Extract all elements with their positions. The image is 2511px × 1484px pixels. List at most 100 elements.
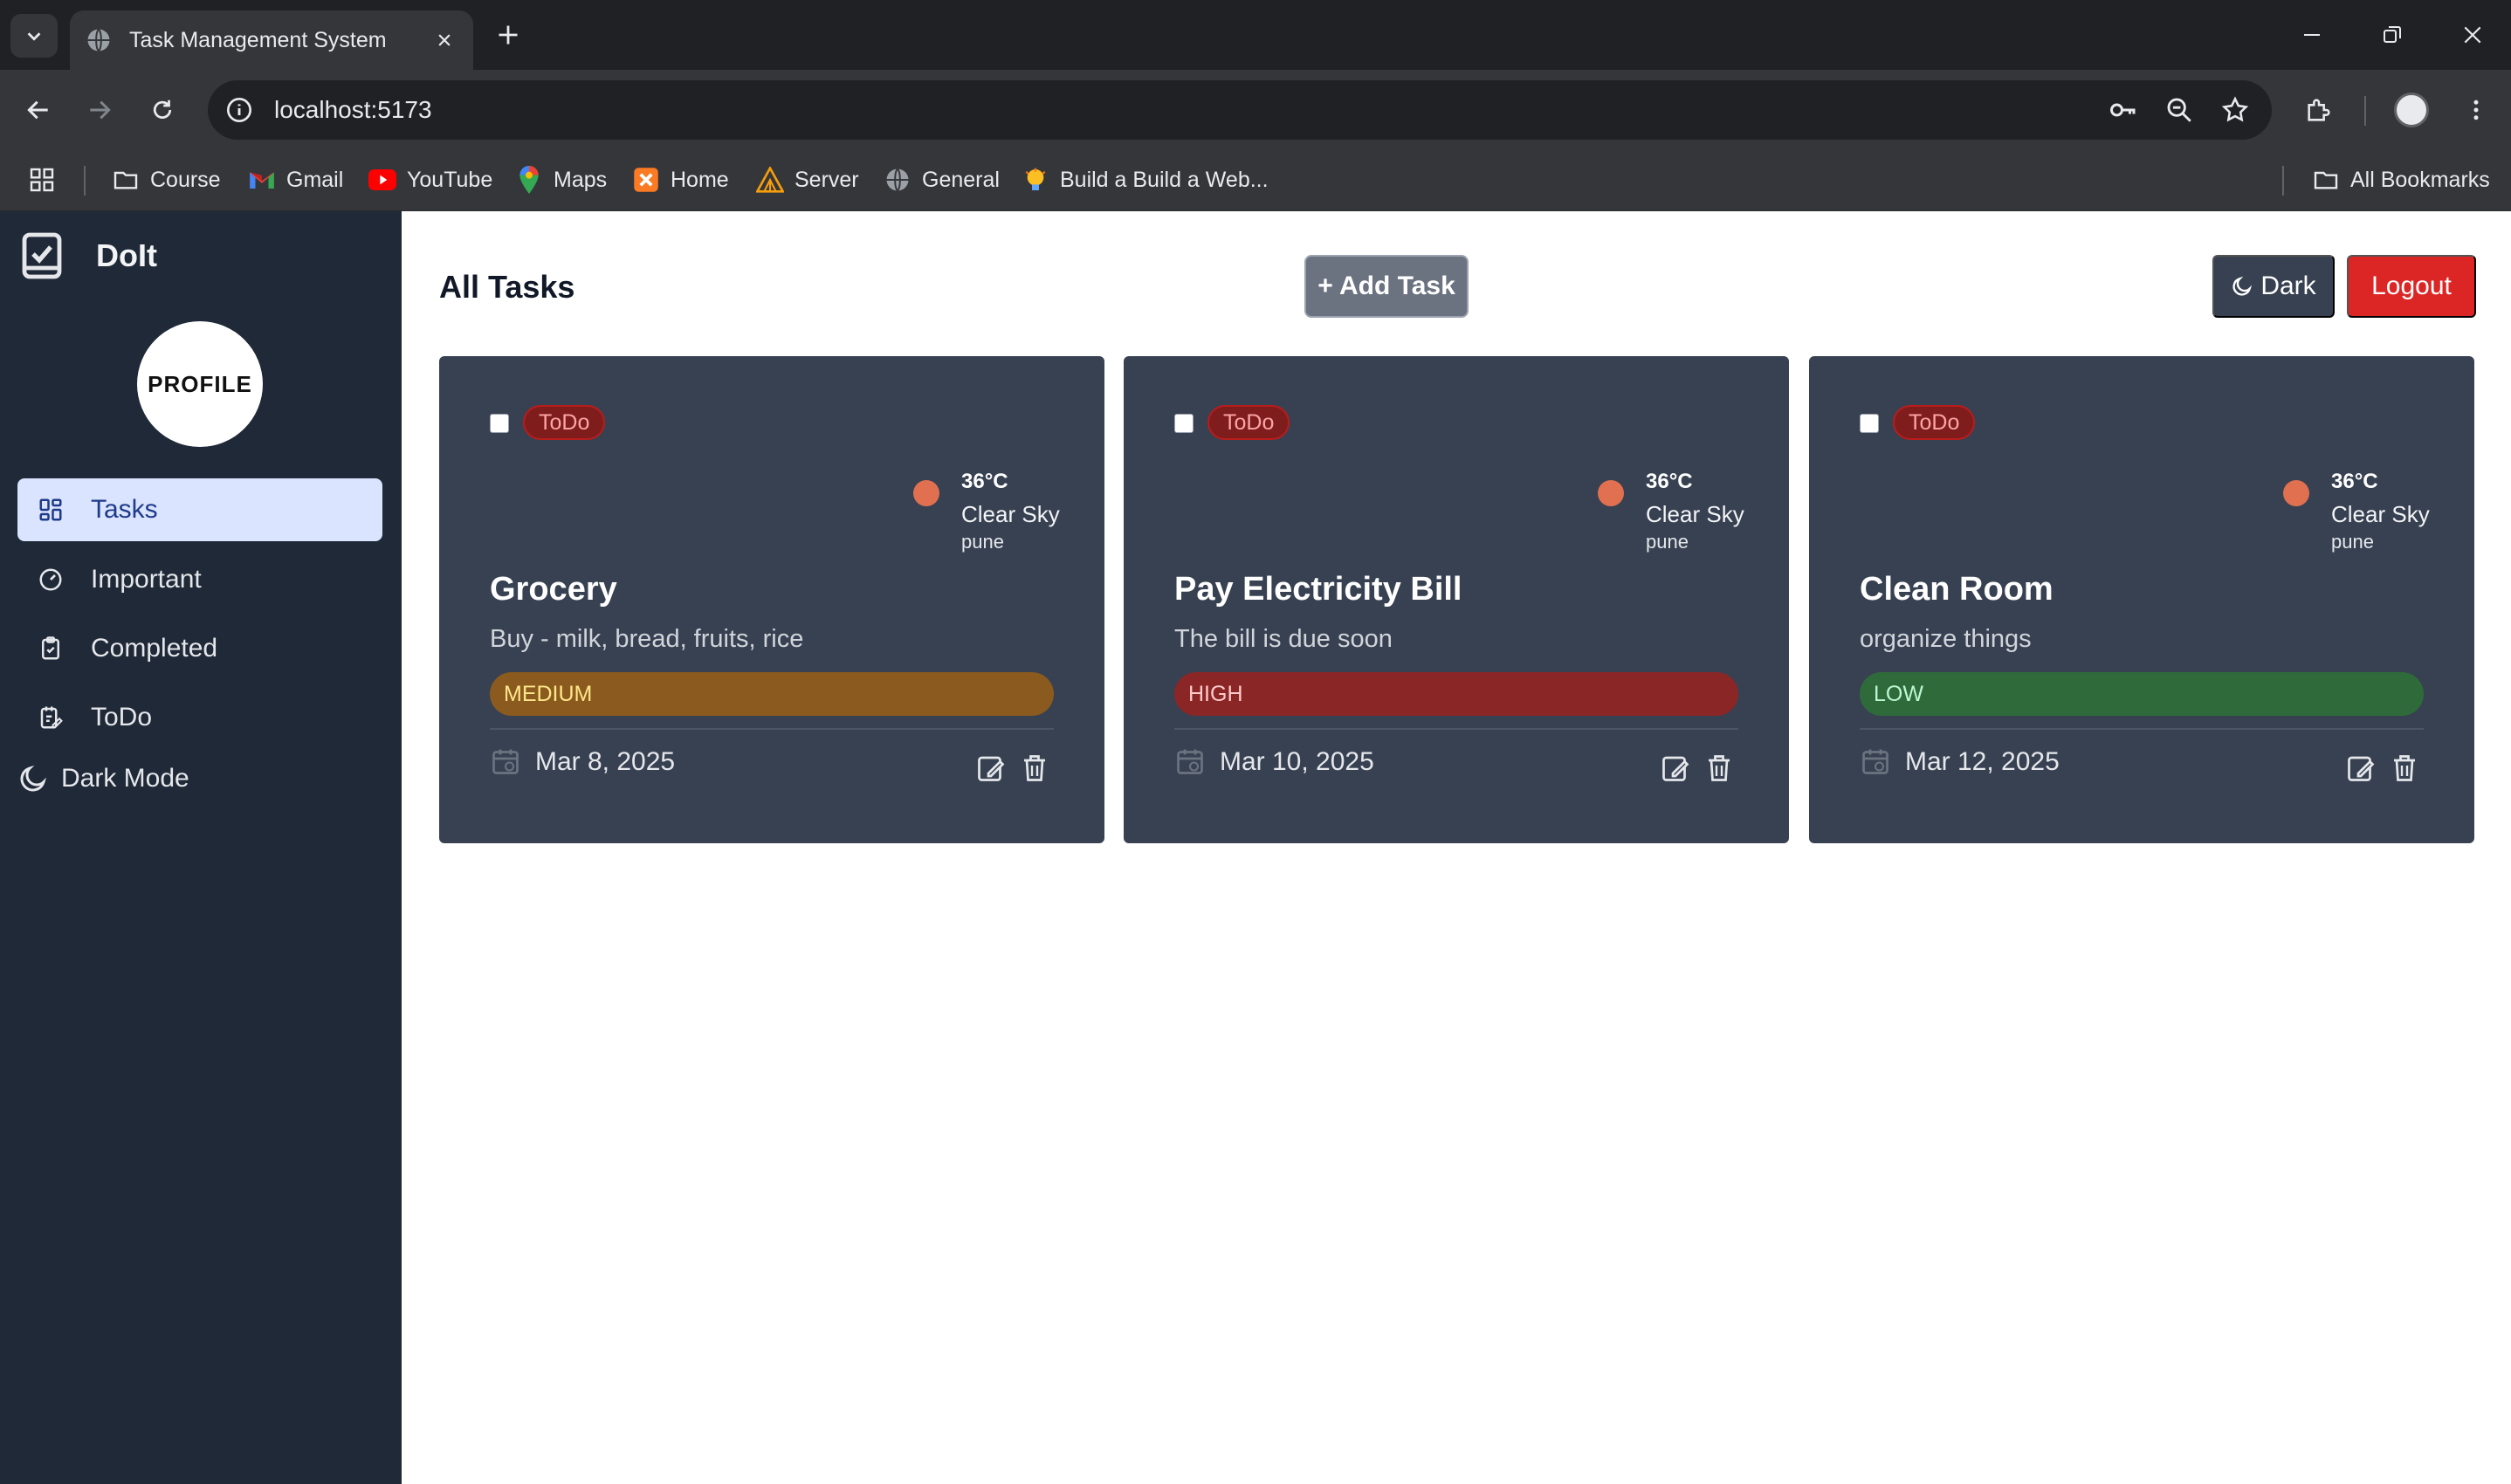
task-complete-checkbox[interactable] — [490, 414, 509, 433]
url-text: localhost:5173 — [274, 96, 432, 123]
restore-icon — [2384, 26, 2401, 43]
weather-indicator — [2283, 480, 2309, 506]
bookmark-label: Home — [671, 167, 729, 192]
forward-button[interactable] — [79, 89, 120, 131]
edit-icon[interactable] — [1660, 752, 1691, 784]
password-key-icon[interactable] — [2104, 91, 2143, 129]
browser-tab-active[interactable]: Task Management System — [70, 10, 473, 70]
task-complete-checkbox[interactable] — [1860, 414, 1879, 433]
weather-temp: 36°C — [1646, 470, 1693, 493]
bookmarks-bar: Course Gmail YouTube Maps Home Server Ge… — [0, 150, 2511, 211]
bookmark-general[interactable]: General — [884, 162, 1000, 197]
reload-button[interactable] — [141, 89, 183, 131]
sidebar-item-tasks[interactable]: Tasks — [17, 478, 382, 541]
bulb-icon — [1022, 166, 1049, 194]
plus-icon — [499, 25, 518, 45]
arrow-right-icon — [90, 100, 111, 120]
weather-desc: Clear Sky — [961, 501, 1060, 527]
bookmark-home[interactable]: Home — [632, 162, 729, 197]
puzzle-icon — [2308, 99, 2330, 121]
weather-city: pune — [2331, 531, 2374, 553]
task-date: Mar 8, 2025 — [535, 747, 676, 776]
sidebar-item-important[interactable]: Important — [17, 548, 382, 611]
back-button[interactable] — [17, 89, 59, 131]
priority-badge: MEDIUM — [490, 672, 1054, 716]
brand[interactable]: DoIt — [21, 230, 157, 281]
trash-icon[interactable] — [2389, 752, 2420, 784]
all-bookmarks-button[interactable]: All Bookmarks — [2312, 162, 2490, 197]
minimize-button[interactable] — [2286, 12, 2338, 58]
calendar-icon — [1177, 749, 1203, 774]
notepad-edit-icon — [37, 704, 65, 732]
bookmark-youtube[interactable]: YouTube — [368, 162, 492, 197]
new-tab-button[interactable] — [491, 17, 526, 52]
status-badge: ToDo — [1893, 405, 1976, 440]
gauge-icon — [37, 566, 65, 594]
trash-icon[interactable] — [1019, 752, 1050, 784]
restore-button[interactable] — [2366, 12, 2418, 58]
sidebar-item-label: ToDo — [91, 703, 153, 732]
site-info-icon[interactable] — [222, 93, 257, 127]
tab-title: Task Management System — [129, 27, 387, 52]
profile-button[interactable] — [2389, 87, 2434, 133]
task-card: ToDo 36°C Clear Sky pune Grocery Buy - m… — [439, 356, 1104, 843]
brand-name: DoIt — [96, 237, 157, 273]
edit-icon[interactable] — [975, 752, 1007, 784]
bookmark-label: Server — [795, 167, 859, 192]
edit-icon[interactable] — [2345, 752, 2377, 784]
globe-icon — [87, 28, 110, 52]
browser-toolbar: localhost:5173 — [0, 70, 2511, 150]
bookmark-maps[interactable]: Maps — [515, 162, 607, 197]
bookmark-build-web[interactable]: Build a Build a Web... — [1022, 162, 1269, 197]
task-title: Pay Electricity Bill — [1174, 571, 1462, 608]
clipboard-check-icon — [22, 232, 62, 279]
weather-indicator — [1598, 480, 1624, 506]
card-divider — [1174, 728, 1738, 730]
weather-desc: Clear Sky — [1646, 501, 1744, 527]
dark-mode-toggle[interactable]: Dark Mode — [17, 763, 189, 794]
maps-icon — [515, 166, 543, 194]
weather-indicator — [913, 480, 939, 506]
main-content: All Tasks + Add Task Dark Logout ToDo 36… — [402, 211, 2511, 1484]
status-badge: ToDo — [523, 405, 606, 440]
kebab-menu-icon — [2473, 100, 2479, 120]
add-task-button[interactable]: + Add Task — [1304, 255, 1469, 318]
apps-grid-icon — [30, 168, 54, 192]
logout-button[interactable]: Logout — [2347, 255, 2476, 318]
address-bar[interactable]: localhost:5173 — [208, 80, 2272, 140]
bookmark-gmail[interactable]: Gmail — [248, 162, 343, 197]
task-description: Buy - milk, bread, fruits, rice — [490, 625, 804, 653]
task-date: Mar 12, 2025 — [1905, 747, 2060, 776]
bookmarks-divider — [84, 166, 86, 196]
weather-desc: Clear Sky — [2331, 501, 2430, 527]
close-tab-button[interactable] — [431, 27, 457, 53]
moon-icon — [20, 765, 47, 792]
sidebar-item-label: Completed — [91, 634, 218, 663]
bookmark-label: Maps — [554, 167, 608, 192]
extensions-button[interactable] — [2296, 87, 2342, 133]
tab-search-button[interactable] — [10, 14, 58, 58]
bookmark-label: YouTube — [407, 167, 493, 192]
bookmark-server[interactable]: Server — [756, 162, 859, 197]
chevron-down-icon — [27, 32, 41, 41]
sidebar: DoIt PROFILE Tasks Important Completed T… — [0, 211, 402, 1484]
avatar — [2394, 93, 2429, 127]
task-complete-checkbox[interactable] — [1174, 414, 1194, 433]
profile-avatar[interactable]: PROFILE — [137, 321, 263, 447]
page-title: All Tasks — [439, 269, 575, 305]
all-bookmarks-label: All Bookmarks — [2350, 167, 2490, 192]
close-window-button[interactable] — [2446, 12, 2499, 58]
sidebar-item-completed[interactable]: Completed — [17, 617, 382, 680]
trash-icon[interactable] — [1703, 752, 1735, 784]
menu-button[interactable] — [2453, 87, 2499, 133]
folder-icon — [2312, 166, 2340, 194]
zoom-icon[interactable] — [2160, 91, 2198, 129]
sidebar-item-todo[interactable]: ToDo — [17, 686, 382, 749]
priority-badge: HIGH — [1174, 672, 1738, 716]
star-icon[interactable] — [2216, 91, 2254, 129]
dark-theme-button[interactable]: Dark — [2212, 255, 2335, 318]
bookmark-course[interactable]: Course — [112, 162, 221, 197]
apps-button[interactable] — [28, 162, 56, 197]
clipboard-check-icon — [37, 635, 65, 663]
bookmarks-divider — [2282, 166, 2284, 196]
